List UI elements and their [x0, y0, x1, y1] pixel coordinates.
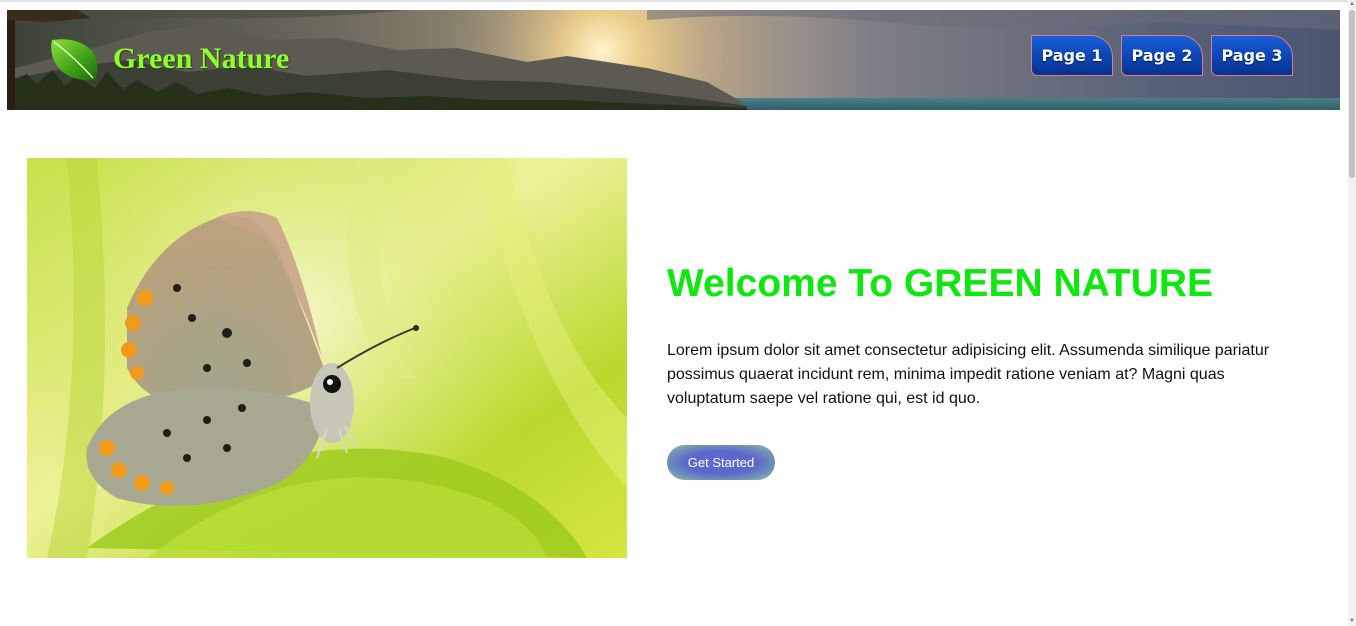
brand-name: Green Nature: [113, 42, 290, 75]
scroll-up-icon[interactable]: ▲: [1349, 1, 1355, 7]
hero-image: [27, 158, 627, 558]
vertical-scrollbar[interactable]: ▲ ▼: [1348, 0, 1356, 626]
nav-page-3[interactable]: Page 3: [1211, 35, 1293, 76]
leaf-icon: [51, 39, 98, 81]
top-border: [0, 0, 1348, 2]
scroll-thumb[interactable]: [1349, 10, 1355, 178]
site-header: Green Nature Page 1 Page 2 Page 3: [7, 10, 1340, 110]
butterfly-photo: [27, 158, 627, 558]
nav-page-2[interactable]: Page 2: [1121, 35, 1203, 76]
scroll-down-icon[interactable]: ▼: [1349, 618, 1355, 624]
hero-title: Welcome To GREEN NATURE: [667, 262, 1214, 305]
logo[interactable]: Green Nature: [49, 36, 289, 82]
main-nav: Page 1 Page 2 Page 3: [1031, 35, 1301, 76]
hero-description: Lorem ipsum dolor sit amet consectetur a…: [667, 342, 1270, 407]
nav-page-1[interactable]: Page 1: [1031, 35, 1113, 76]
hero-section: Welcome To GREEN NATURE Lorem ipsum dolo…: [667, 260, 1307, 411]
get-started-button[interactable]: Get Started: [667, 445, 775, 480]
